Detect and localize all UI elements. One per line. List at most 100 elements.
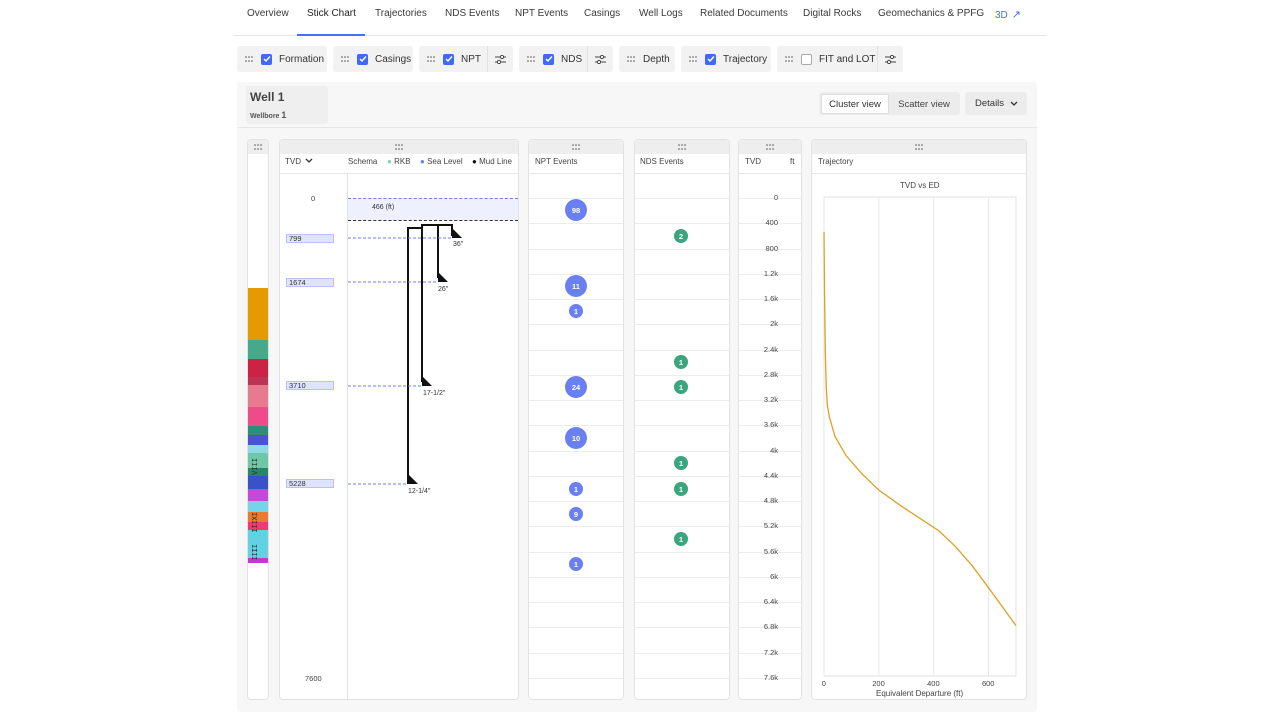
tvd-dropdown[interactable]: TVD (285, 157, 313, 166)
gridline (635, 652, 729, 654)
tvd-tick-label: 1.6k (763, 294, 778, 303)
gridline (529, 450, 623, 452)
drag-handle-icon[interactable] (689, 56, 697, 62)
schema-column-drag-handle[interactable] (280, 140, 518, 154)
tab-casings[interactable]: Casings (584, 8, 620, 19)
gridline (529, 349, 623, 351)
drag-handle-icon[interactable] (785, 56, 793, 62)
formation-checkbox[interactable] (261, 53, 272, 65)
gridline (529, 501, 623, 502)
npt-event-badge[interactable]: 1 (569, 557, 583, 571)
npt-event-badge[interactable]: 9 (569, 507, 583, 521)
formation-layer[interactable] (248, 340, 268, 359)
formation-layer[interactable] (248, 426, 268, 435)
npt-event-badge[interactable]: 11 (565, 275, 587, 297)
nds-checkbox[interactable] (543, 53, 554, 65)
tvd-tick-label: 400 (765, 218, 778, 228)
formation-layer[interactable] (248, 489, 268, 501)
npt-filter-settings-icon[interactable] (487, 46, 513, 72)
depth-toggle[interactable]: Depth (619, 46, 675, 72)
chart-x-tick-label: 200 (872, 679, 885, 688)
npt-event-badge[interactable]: 1 (569, 304, 583, 318)
npt-column-drag-handle[interactable] (529, 140, 623, 154)
npt-event-badge[interactable]: 24 (565, 376, 587, 398)
well-title: Well 1 (250, 90, 285, 104)
fit-lot-label: FIT and LOT (819, 53, 876, 65)
npt-event-badge[interactable]: 1 (569, 482, 583, 496)
water-depth-label: 466 (ft) (372, 204, 395, 211)
drag-handle-icon[interactable] (527, 56, 535, 62)
nds-event-badge[interactable]: 2 (674, 229, 688, 243)
drag-handle-icon[interactable] (341, 56, 349, 62)
nds-toggle[interactable]: NDS (519, 46, 613, 72)
wellbore-value: 1 (281, 110, 287, 120)
trajectory-chart (823, 196, 1017, 677)
casings-toggle[interactable]: Casings (333, 46, 413, 72)
tab-well-logs[interactable]: Well Logs (639, 8, 683, 19)
nds-event-badge[interactable]: 1 (674, 355, 688, 369)
tab-digital-rocks[interactable]: Digital Rocks (803, 8, 861, 19)
depth-tag-1674[interactable]: 1674 (286, 278, 334, 287)
tab-nds-events[interactable]: NDS Events (445, 8, 499, 19)
trajectory-column-drag-handle[interactable] (812, 140, 1026, 154)
fit-lot-toggle[interactable]: FIT and LOT (777, 46, 903, 72)
tab-related-documents[interactable]: Related Documents (700, 8, 788, 19)
tab-npt-events[interactable]: NPT Events (515, 8, 568, 19)
nds-event-badge[interactable]: 1 (674, 532, 688, 546)
gridline (529, 223, 623, 225)
schema-bottom-depth: 7600 (305, 674, 322, 683)
tab-trajectories[interactable]: Trajectories (375, 8, 427, 19)
drag-handle-icon (915, 144, 923, 150)
formation-layer[interactable] (248, 435, 268, 445)
gridline (529, 248, 623, 250)
trajectory-title: Trajectory (818, 157, 854, 166)
casings-checkbox[interactable] (357, 53, 368, 65)
gridline (529, 299, 623, 300)
formation-layer[interactable] (248, 445, 268, 453)
nds-filter-settings-icon[interactable] (587, 46, 613, 72)
tvd-tick-label: 6.4k (763, 597, 778, 606)
formation-layer[interactable] (248, 359, 268, 377)
formation-label: II (252, 544, 260, 553)
nds-event-badge[interactable]: 1 (674, 482, 688, 496)
tab-3d[interactable]: 3D ↗ (995, 8, 1021, 21)
details-dropdown[interactable]: Details (965, 92, 1027, 115)
nds-event-badge[interactable]: 1 (674, 456, 688, 470)
depth-tag-5228[interactable]: 5228 (286, 479, 334, 488)
npt-event-badge[interactable]: 98 (565, 199, 587, 221)
tvd-column-drag-handle[interactable] (739, 140, 801, 154)
tvd-tick-label: 7.6k (763, 672, 778, 682)
formation-layer[interactable] (248, 476, 268, 489)
nds-event-badge[interactable]: 1 (674, 380, 688, 394)
tab-stick-chart[interactable]: Stick Chart (307, 8, 356, 19)
formation-layer[interactable] (248, 377, 268, 385)
cluster-view-button[interactable]: Cluster view (821, 94, 889, 114)
trajectory-checkbox[interactable] (705, 53, 716, 65)
npt-event-badge[interactable]: 10 (565, 427, 587, 449)
formation-layer[interactable] (248, 407, 268, 426)
drag-handle-icon[interactable] (245, 56, 253, 62)
drag-handle-icon[interactable] (427, 56, 435, 62)
drag-handle-icon[interactable] (627, 56, 635, 62)
gridline (635, 324, 729, 326)
formation-layer[interactable] (248, 385, 268, 407)
formation-label: I (252, 556, 260, 561)
formation-layer[interactable] (248, 288, 268, 340)
fit-lot-filter-settings-icon[interactable] (877, 46, 903, 72)
npt-checkbox[interactable] (443, 53, 454, 65)
npt-toggle[interactable]: NPT (419, 46, 513, 72)
fit-lot-checkbox[interactable] (801, 53, 812, 65)
depth-tag-799[interactable]: 799 (286, 234, 334, 243)
tab-geomechanics-ppfg[interactable]: Geomechanics & PPFG (878, 8, 984, 19)
formation-toggle[interactable]: Formation (237, 46, 327, 72)
trajectory-toggle[interactable]: Trajectory (681, 46, 771, 72)
formation-layer[interactable] (248, 501, 268, 512)
formation-label: III (252, 520, 260, 533)
gridline (529, 576, 623, 578)
nds-column-drag-handle[interactable] (635, 140, 729, 154)
depth-tag-3710[interactable]: 3710 (286, 381, 334, 390)
scatter-view-button[interactable]: Scatter view (891, 94, 957, 114)
formation-column-drag-handle[interactable] (248, 140, 268, 154)
tab-overview[interactable]: Overview (247, 8, 289, 19)
drag-handle-icon (254, 144, 262, 150)
